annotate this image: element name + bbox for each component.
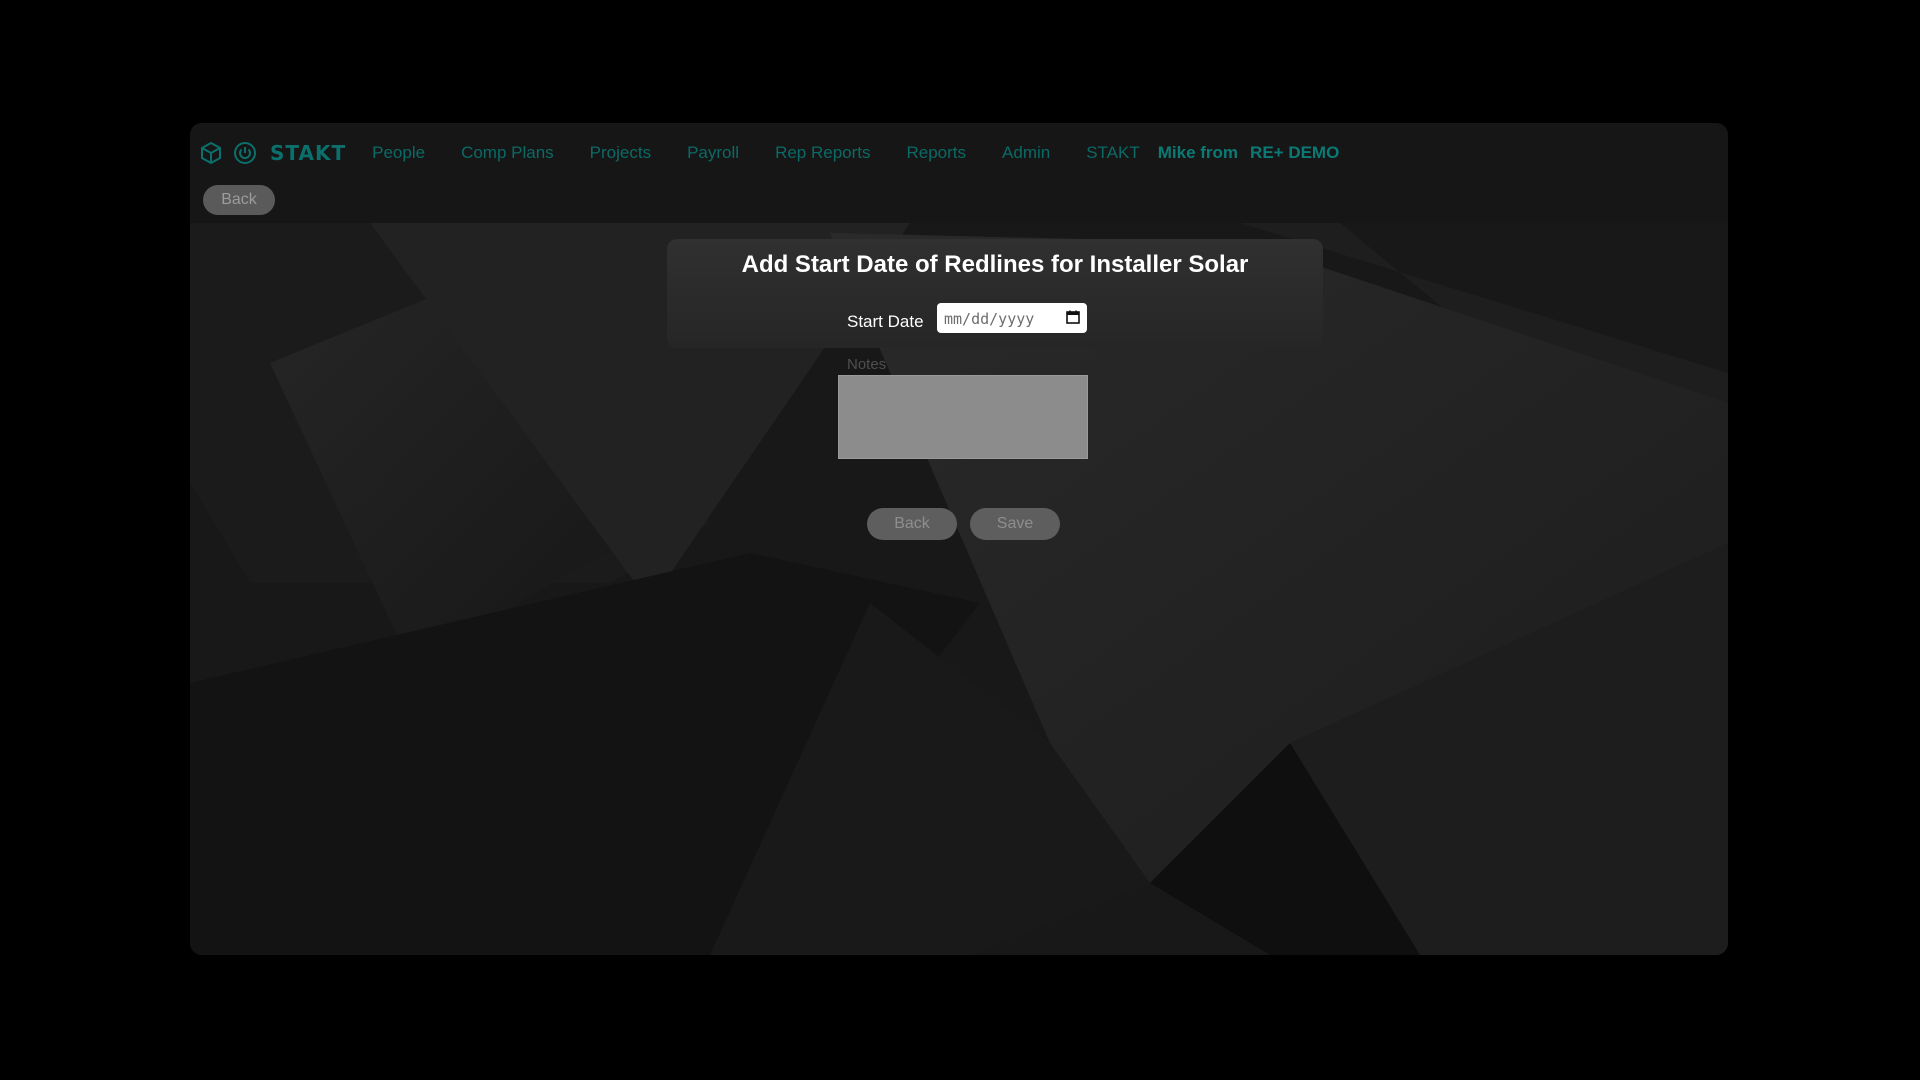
nav-item-reports[interactable]: Reports bbox=[907, 143, 967, 163]
nav-item-rep-reports[interactable]: Rep Reports bbox=[775, 143, 870, 163]
brand-logo-text[interactable]: STAKT bbox=[270, 141, 346, 165]
start-date-input[interactable]: mm/dd/yyyy bbox=[937, 303, 1087, 333]
power-icon[interactable] bbox=[232, 140, 258, 166]
calendar-icon[interactable] bbox=[1066, 310, 1080, 324]
top-back-button[interactable]: Back bbox=[203, 185, 275, 215]
stakt-cube-icon[interactable] bbox=[198, 140, 224, 166]
nav-item-admin[interactable]: Admin bbox=[1002, 143, 1050, 163]
save-button[interactable]: Save bbox=[970, 508, 1060, 540]
form-title: Add Start Date of Redlines for Installer… bbox=[741, 251, 1249, 278]
app-window: STAKT People Comp Plans Projects Payroll… bbox=[190, 123, 1728, 955]
user-name[interactable]: Mike from bbox=[1158, 143, 1238, 163]
nav-item-stakt[interactable]: STAKT bbox=[1086, 143, 1140, 163]
main-nav: STAKT People Comp Plans Projects Payroll… bbox=[198, 135, 1339, 171]
nav-item-payroll[interactable]: Payroll bbox=[687, 143, 739, 163]
nav-item-people[interactable]: People bbox=[372, 143, 425, 163]
start-date-placeholder: mm/dd/yyyy bbox=[944, 310, 1035, 328]
nav-item-comp-plans[interactable]: Comp Plans bbox=[461, 143, 554, 163]
nav-item-projects[interactable]: Projects bbox=[590, 143, 651, 163]
top-navigation-bar: STAKT People Comp Plans Projects Payroll… bbox=[190, 123, 1728, 223]
company-name[interactable]: RE+ DEMO bbox=[1250, 143, 1339, 163]
notes-textarea[interactable] bbox=[838, 375, 1088, 459]
form-back-button[interactable]: Back bbox=[867, 508, 957, 540]
start-date-form-card: Add Start Date of Redlines for Installer… bbox=[667, 239, 1323, 348]
notes-label: Notes bbox=[847, 356, 887, 373]
start-date-label: Start Date bbox=[847, 312, 924, 331]
